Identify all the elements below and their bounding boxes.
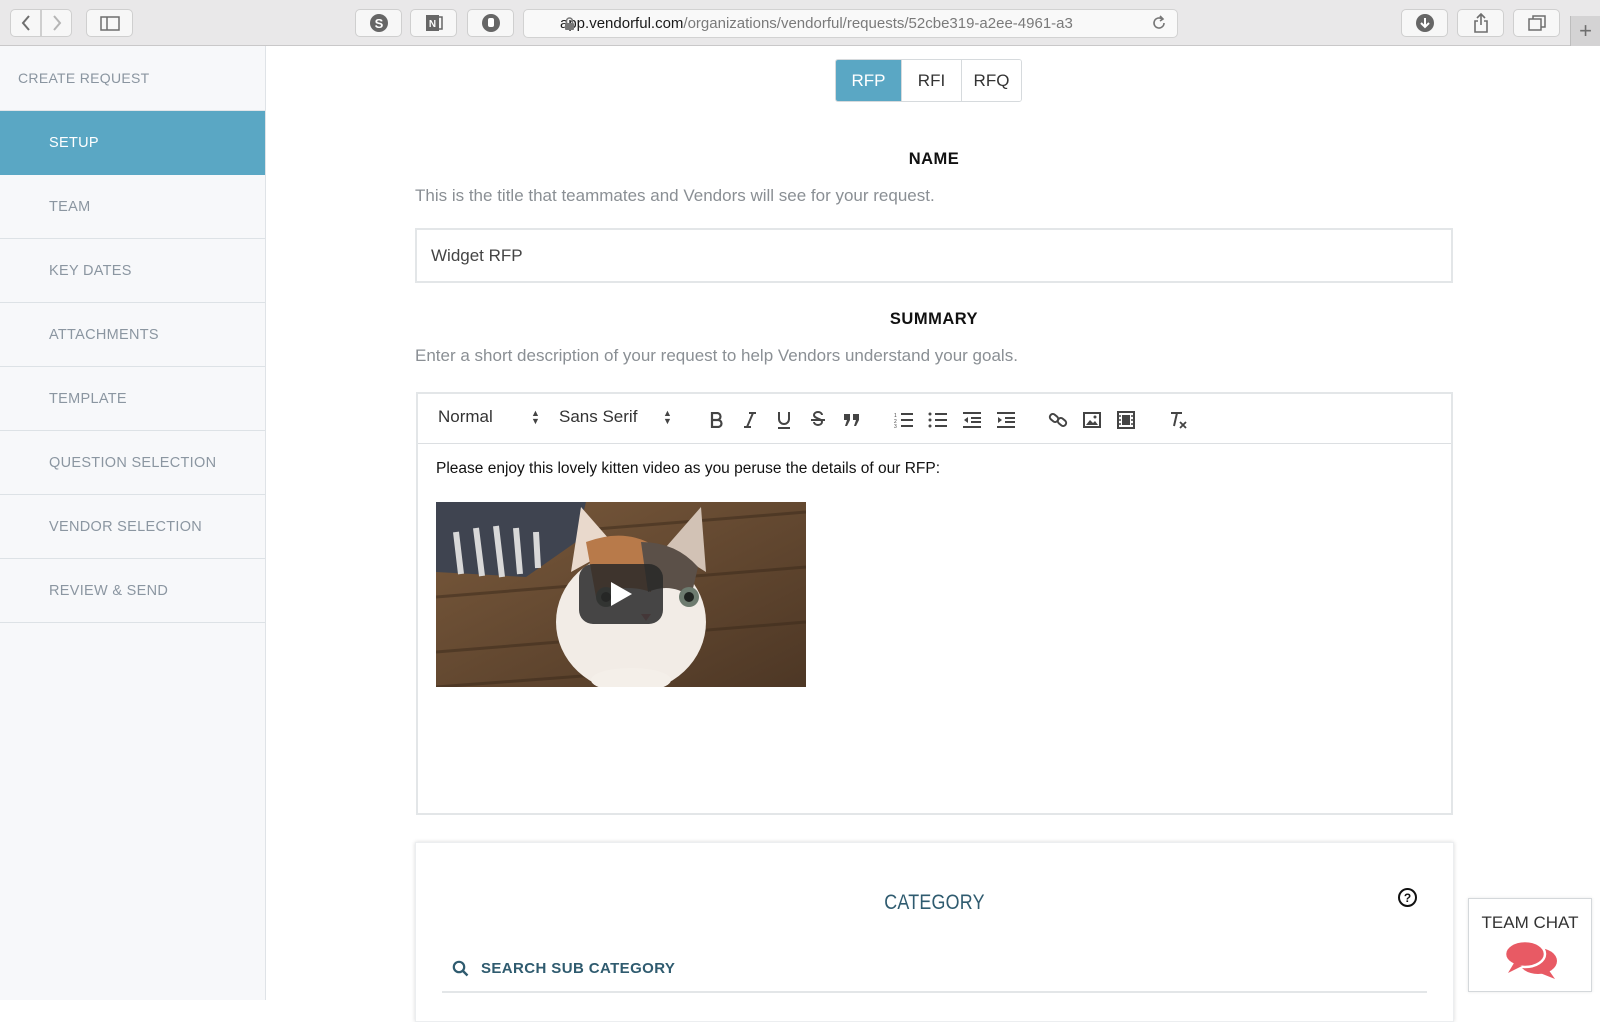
search-sub-category-label: SEARCH SUB CATEGORY bbox=[481, 959, 676, 977]
sub-category-search[interactable]: SEARCH SUB CATEGORY bbox=[442, 945, 1427, 993]
sidebar-item-attachments[interactable]: ATTACHMENTS bbox=[0, 303, 265, 367]
tabs-icon bbox=[1527, 15, 1546, 31]
clear-formatting-button[interactable] bbox=[1166, 408, 1190, 432]
svg-text:3: 3 bbox=[894, 424, 897, 428]
font-select[interactable]: Sans Serif ▲ ▼ bbox=[559, 407, 672, 427]
underline-icon bbox=[778, 412, 790, 429]
bullet-list-icon bbox=[928, 412, 947, 428]
downloads-button[interactable] bbox=[1401, 9, 1448, 37]
extension-onenote-button[interactable]: N bbox=[410, 9, 457, 37]
outdent-button[interactable] bbox=[960, 408, 984, 432]
name-section-title: NAME bbox=[908, 150, 960, 168]
editor-toolbar: Normal ▲ ▼ Sans Serif ▲ ▼ 1 2 3 bbox=[418, 394, 1451, 444]
ordered-list-icon: 123 bbox=[894, 413, 913, 428]
editor-content[interactable]: Please enjoy this lovely kitten video as… bbox=[418, 444, 1451, 703]
request-type-tabs: RFP RFI RFQ bbox=[835, 59, 1022, 102]
bullet-list-button[interactable] bbox=[926, 408, 950, 432]
request-name-input[interactable] bbox=[415, 228, 1453, 283]
url-path: /organizations/vendorful/requests/52cbe3… bbox=[683, 15, 1073, 32]
new-tab-button[interactable]: + bbox=[1570, 16, 1600, 46]
indent-icon bbox=[997, 412, 1015, 428]
plus-icon: + bbox=[1579, 18, 1592, 43]
font-select-value: Sans Serif bbox=[559, 407, 638, 426]
search-icon bbox=[452, 960, 469, 976]
summary-section-help: Enter a short description of your reques… bbox=[415, 346, 1018, 365]
image-icon bbox=[1083, 412, 1101, 428]
sidebar-item-question-selection[interactable]: QUESTION SELECTION bbox=[0, 431, 265, 495]
lock-icon bbox=[565, 17, 574, 30]
browser-toolbar: S N app.vendorful.com/organizations/vend… bbox=[0, 0, 1600, 46]
embedded-kitten-video[interactable] bbox=[436, 502, 806, 687]
italic-icon bbox=[744, 412, 756, 428]
sidebar-item-setup[interactable]: SETUP bbox=[0, 111, 265, 175]
share-button[interactable] bbox=[1457, 9, 1504, 37]
image-button[interactable] bbox=[1080, 408, 1104, 432]
sidebar-item-vendor-selection[interactable]: VENDOR SELECTION bbox=[0, 495, 265, 559]
hand-icon bbox=[481, 14, 500, 32]
blockquote-button[interactable] bbox=[840, 408, 864, 432]
back-button[interactable] bbox=[10, 9, 41, 37]
main-content: RFP RFI RFQ NAME This is the title that … bbox=[267, 46, 1600, 1022]
category-card: CATEGORY ? SEARCH SUB CATEGORY bbox=[415, 842, 1454, 1022]
sidebar-item-team[interactable]: TEAM bbox=[0, 175, 265, 239]
format-select-value: Normal bbox=[438, 407, 493, 426]
bold-icon bbox=[710, 412, 723, 428]
svg-text:S: S bbox=[374, 16, 383, 31]
url-host: app.vendorful.com bbox=[560, 15, 684, 32]
request-sidebar: CREATE REQUEST SETUP TEAM KEY DATES ATTA… bbox=[0, 46, 266, 1000]
indent-button[interactable] bbox=[994, 408, 1018, 432]
chevron-left-icon bbox=[21, 15, 30, 31]
underline-button[interactable] bbox=[772, 408, 796, 432]
onenote-icon: N bbox=[425, 15, 443, 31]
tab-rfq[interactable]: RFQ bbox=[961, 60, 1021, 101]
strikethrough-button[interactable] bbox=[806, 408, 830, 432]
summary-rich-text-editor: Normal ▲ ▼ Sans Serif ▲ ▼ 1 2 3 Please e… bbox=[416, 392, 1453, 815]
team-chat-label: TEAM CHAT bbox=[1481, 913, 1579, 932]
clear-format-icon bbox=[1171, 412, 1187, 429]
ordered-list-button[interactable]: 123 bbox=[892, 408, 916, 432]
select-arrows-icon: ▲ ▼ bbox=[663, 408, 672, 426]
link-button[interactable] bbox=[1046, 408, 1070, 432]
sidebar-icon bbox=[99, 15, 120, 31]
summary-text: Please enjoy this lovely kitten video as… bbox=[436, 460, 941, 477]
bold-button[interactable] bbox=[704, 408, 728, 432]
italic-button[interactable] bbox=[738, 408, 762, 432]
sidebar-item-template[interactable]: TEMPLATE bbox=[0, 367, 265, 431]
team-chat-button[interactable]: TEAM CHAT bbox=[1468, 898, 1592, 992]
chevron-right-icon bbox=[52, 15, 61, 31]
sidebar-heading: CREATE REQUEST bbox=[0, 46, 265, 111]
outdent-icon bbox=[963, 412, 981, 428]
video-play-button[interactable] bbox=[579, 564, 663, 624]
quote-icon bbox=[844, 414, 859, 426]
sidebar-toggle-button[interactable] bbox=[86, 9, 133, 37]
extension-skype-button[interactable]: S bbox=[355, 9, 402, 37]
sidebar-item-key-dates[interactable]: KEY DATES bbox=[0, 239, 265, 303]
download-icon bbox=[1415, 14, 1434, 32]
help-icon[interactable]: ? bbox=[1398, 888, 1417, 907]
category-title: CATEGORY bbox=[884, 891, 985, 914]
reload-icon[interactable] bbox=[1151, 15, 1167, 31]
sidebar-item-review-send[interactable]: REVIEW & SEND bbox=[0, 559, 265, 623]
tabs-overview-button[interactable] bbox=[1513, 9, 1560, 37]
tab-rfi[interactable]: RFI bbox=[901, 60, 961, 101]
skype-icon: S bbox=[369, 14, 388, 32]
share-icon bbox=[1473, 13, 1488, 33]
extension-hand-button[interactable] bbox=[467, 9, 514, 37]
film-icon bbox=[1117, 411, 1135, 429]
strikethrough-icon bbox=[811, 411, 825, 426]
tab-rfp[interactable]: RFP bbox=[836, 60, 901, 101]
format-select[interactable]: Normal ▲ ▼ bbox=[438, 407, 540, 427]
chat-bubbles-icon bbox=[1504, 939, 1557, 979]
summary-section-title: SUMMARY bbox=[889, 310, 979, 328]
select-arrows-icon: ▲ ▼ bbox=[531, 408, 540, 426]
name-section-help: This is the title that teammates and Ven… bbox=[415, 186, 935, 205]
video-button[interactable] bbox=[1114, 408, 1138, 432]
play-icon bbox=[611, 582, 632, 606]
svg-text:N: N bbox=[428, 19, 435, 30]
forward-button[interactable] bbox=[41, 9, 72, 37]
address-bar[interactable]: app.vendorful.com/organizations/vendorfu… bbox=[523, 9, 1178, 38]
link-icon bbox=[1048, 413, 1068, 427]
